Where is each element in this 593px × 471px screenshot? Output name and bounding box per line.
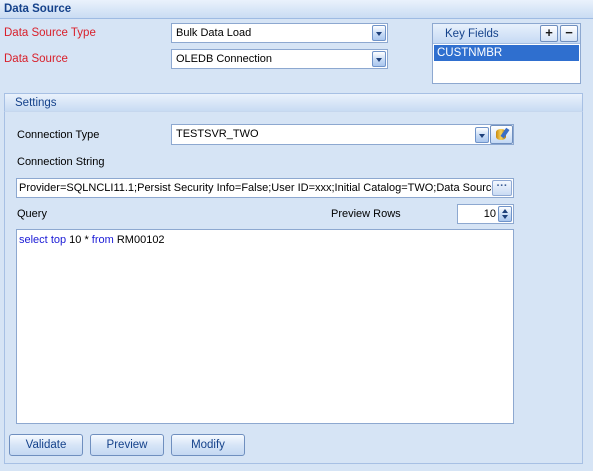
- key-fields-header: Key Fields + −: [433, 24, 580, 44]
- validate-button[interactable]: Validate: [9, 434, 83, 456]
- query-label: Query: [17, 208, 47, 220]
- connection-string-field[interactable]: Provider=SQLNCLI11.1;Persist Security In…: [16, 178, 514, 198]
- preview-rows-value: 10: [483, 208, 496, 220]
- connection-string-label: Connection String: [17, 156, 105, 168]
- data-source-type-value: Bulk Data Load: [176, 27, 252, 39]
- connection-type-select[interactable]: TESTSVR_TWO: [171, 124, 514, 145]
- add-key-field-button[interactable]: +: [540, 25, 558, 42]
- ellipsis-button[interactable]: ···: [492, 180, 512, 196]
- chevron-down-icon[interactable]: [372, 51, 386, 67]
- remove-key-field-button[interactable]: −: [560, 25, 578, 42]
- sql-text: RM00102: [113, 234, 165, 246]
- sql-keyword: top: [50, 234, 67, 246]
- preview-rows-stepper[interactable]: 10: [457, 204, 514, 224]
- key-fields-title: Key Fields: [445, 28, 499, 40]
- data-source-value: OLEDB Connection: [176, 53, 272, 65]
- connection-type-value: TESTSVR_TWO: [176, 128, 259, 140]
- sql-keyword: from: [91, 234, 114, 246]
- preview-rows-label: Preview Rows: [331, 208, 401, 220]
- data-source-type-label: Data Source Type: [4, 27, 96, 39]
- chevron-down-icon[interactable]: [372, 25, 386, 41]
- data-source-header: Data Source: [0, 0, 593, 19]
- preview-button[interactable]: Preview: [90, 434, 164, 456]
- list-item[interactable]: CUSTNMBR: [434, 45, 579, 61]
- sql-text: 10 *: [66, 234, 92, 246]
- spinner-icon[interactable]: [498, 206, 512, 222]
- query-text: select top 10 * from RM00102: [19, 234, 165, 246]
- settings-header: Settings: [4, 93, 583, 111]
- key-fields-panel: Key Fields + − CUSTNMBR: [432, 23, 581, 84]
- header-title: Data Source: [4, 3, 72, 15]
- connection-type-label: Connection Type: [17, 129, 100, 141]
- chevron-down-icon[interactable]: [475, 127, 489, 143]
- connection-string-value: Provider=SQLNCLI11.1;Persist Security In…: [19, 182, 493, 194]
- data-source-label: Data Source: [4, 53, 68, 65]
- settings-title: Settings: [15, 97, 57, 109]
- data-source-select[interactable]: OLEDB Connection: [171, 49, 388, 69]
- data-source-type-select[interactable]: Bulk Data Load: [171, 23, 388, 43]
- modify-button[interactable]: Modify: [171, 434, 245, 456]
- sql-keyword: select: [19, 234, 48, 246]
- edit-connection-button[interactable]: [490, 125, 513, 144]
- query-editor[interactable]: select top 10 * from RM00102: [16, 229, 514, 424]
